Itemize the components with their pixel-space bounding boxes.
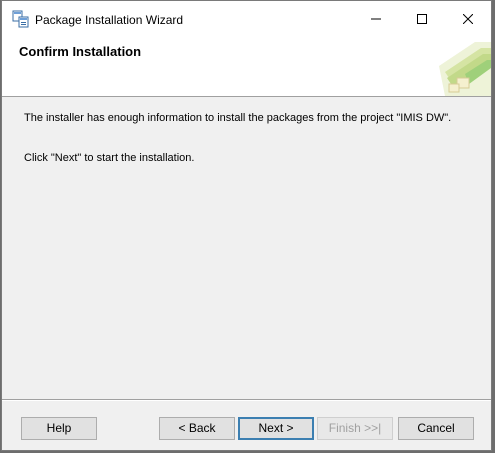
instruction-text: Click "Next" to start the installation. xyxy=(24,152,195,164)
footer-divider xyxy=(2,399,491,401)
minimize-button[interactable] xyxy=(353,1,399,38)
finish-button: Finish >>| xyxy=(317,417,393,440)
info-text: The installer has enough information to … xyxy=(24,112,452,124)
maximize-button[interactable] xyxy=(399,1,445,38)
title-bar[interactable]: Package Installation Wizard xyxy=(2,1,491,38)
page-title: Confirm Installation xyxy=(19,44,142,59)
wizard-content: The installer has enough information to … xyxy=(2,97,491,398)
close-icon xyxy=(462,11,474,29)
wizard-header: Confirm Installation xyxy=(2,38,491,97)
cancel-button[interactable]: Cancel xyxy=(398,417,474,440)
maximize-icon xyxy=(417,11,427,29)
back-button[interactable]: < Back xyxy=(159,417,235,440)
package-wizard-icon xyxy=(12,10,30,28)
next-button[interactable]: Next > xyxy=(238,417,314,440)
help-button[interactable]: Help xyxy=(21,417,97,440)
minimize-icon xyxy=(371,11,381,29)
wizard-window: Package Installation Wizard Confirm Inst… xyxy=(1,0,492,451)
close-button[interactable] xyxy=(445,1,491,38)
window-title: Package Installation Wizard xyxy=(35,13,184,27)
wizard-banner-graphic xyxy=(435,38,491,96)
